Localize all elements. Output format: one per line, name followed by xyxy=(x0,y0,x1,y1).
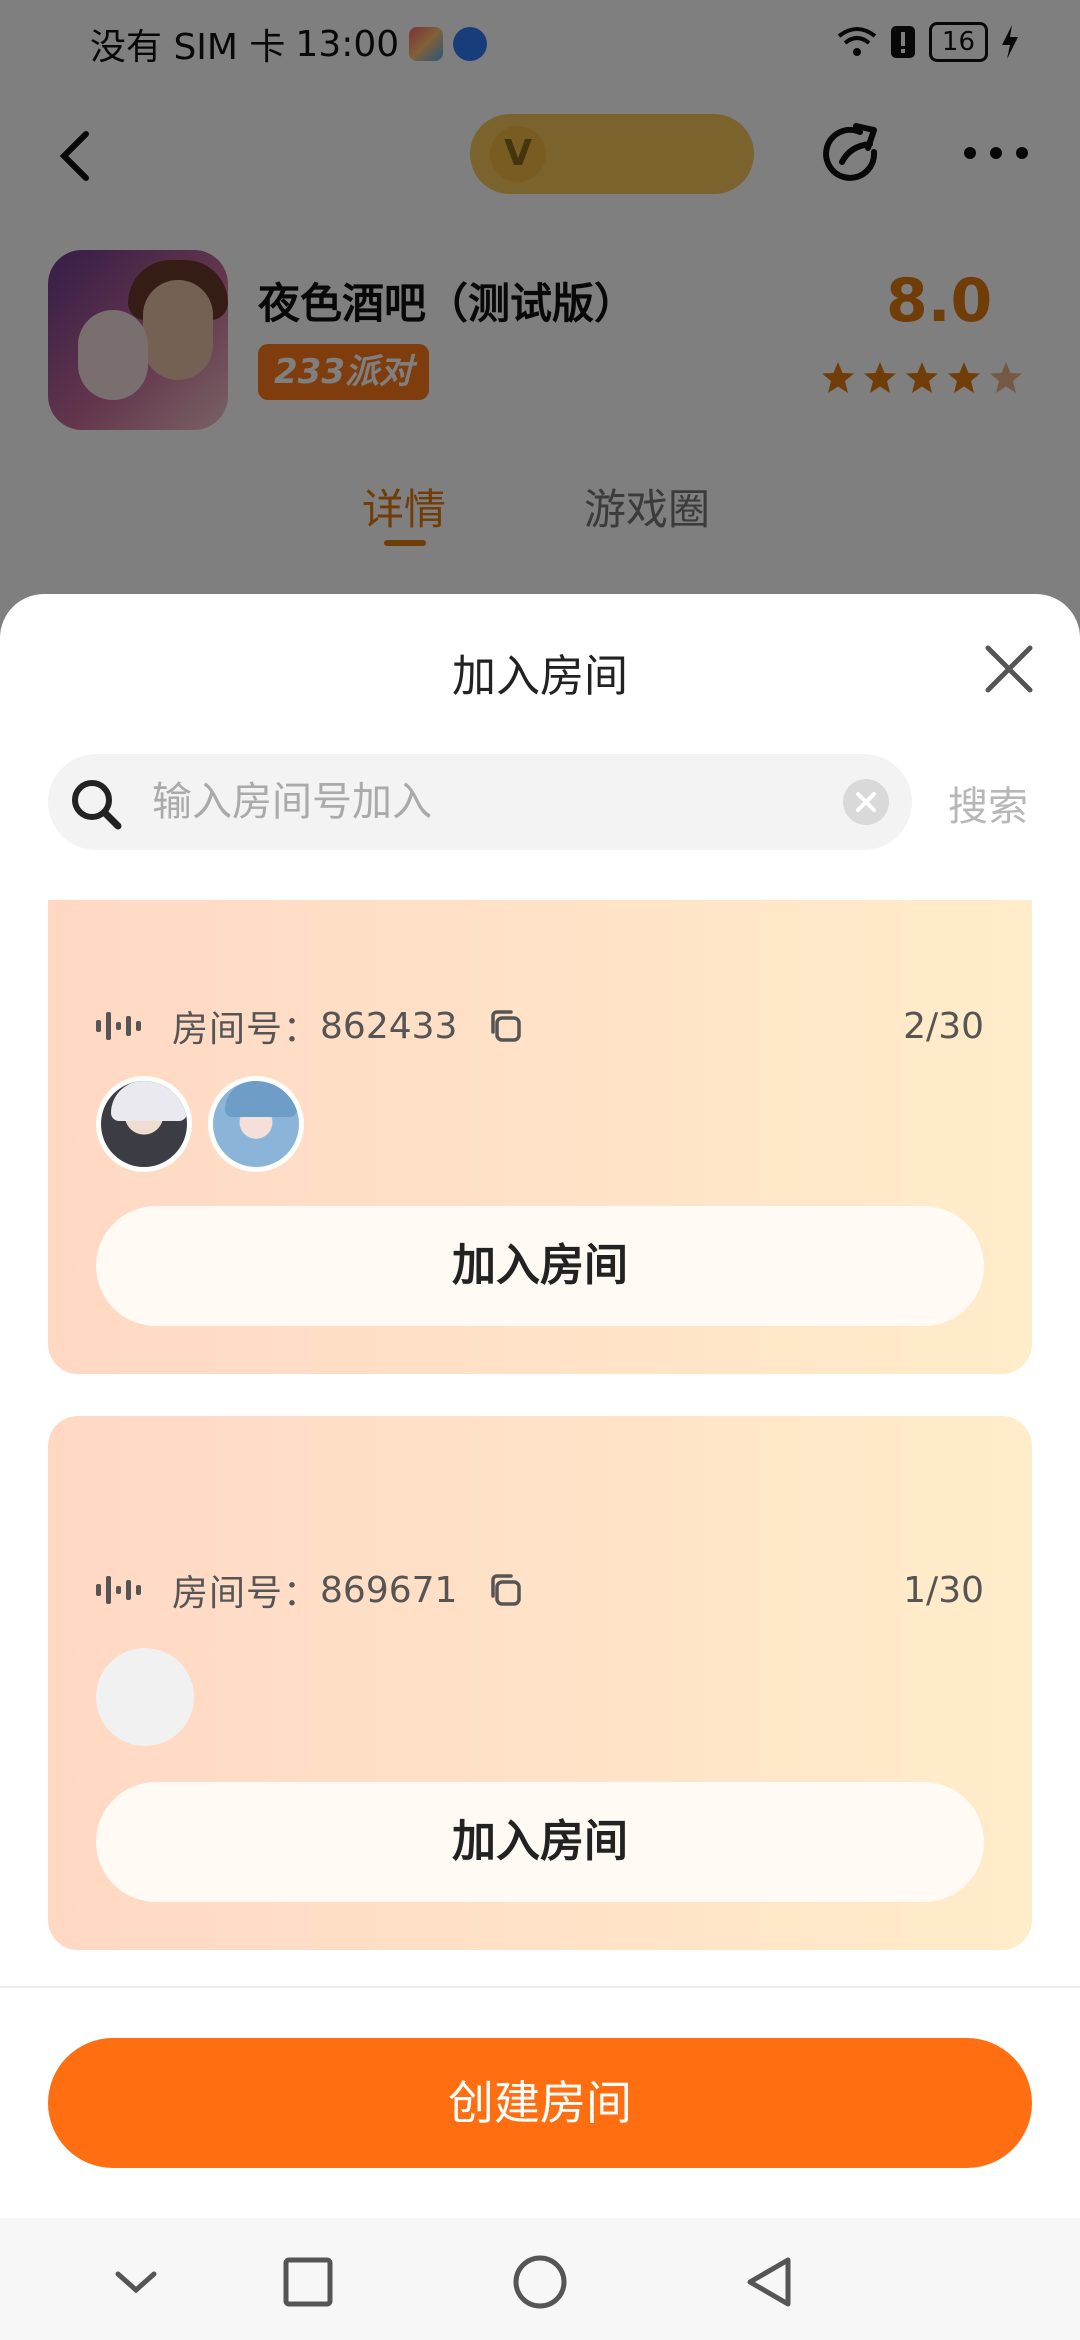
copy-icon[interactable] xyxy=(487,1008,523,1044)
room-number: 862433 xyxy=(320,1005,458,1047)
voice-icon xyxy=(96,1576,141,1604)
join-room-sheet: 加入房间 搜索 房间号： 862433 2/30 加入房间 房间号： 86967… xyxy=(0,594,1080,2340)
avatar[interactable] xyxy=(208,1076,304,1172)
search-icon xyxy=(72,780,122,830)
member-avatars xyxy=(96,1076,304,1172)
room-info-row: 房间号： 869671 1/30 xyxy=(96,1564,984,1616)
room-card: 房间号： 862433 2/30 加入房间 xyxy=(48,900,1032,1374)
search-box xyxy=(48,754,912,850)
room-number-label: 房间号： xyxy=(172,1573,321,1614)
clear-icon[interactable] xyxy=(842,778,890,826)
member-count: 2/30 xyxy=(903,1005,984,1047)
close-icon[interactable] xyxy=(980,640,1038,698)
member-count: 1/30 xyxy=(903,1569,984,1611)
join-room-button[interactable]: 加入房间 xyxy=(96,1782,984,1902)
search-button[interactable]: 搜索 xyxy=(948,774,1028,832)
voice-icon xyxy=(96,1012,141,1040)
home-icon[interactable] xyxy=(512,2254,568,2310)
join-room-button[interactable]: 加入房间 xyxy=(96,1206,984,1326)
create-room-button[interactable]: 创建房间 xyxy=(48,2038,1032,2168)
avatar-placeholder xyxy=(96,1648,194,1746)
room-info-row: 房间号： 862433 2/30 xyxy=(96,1000,984,1052)
room-card: 房间号： 869671 1/30 加入房间 xyxy=(48,1416,1032,1950)
room-number: 869671 xyxy=(320,1569,458,1611)
system-nav-bar xyxy=(0,2218,1080,2340)
member-avatars xyxy=(96,1648,194,1746)
hide-keyboard-icon[interactable] xyxy=(108,2254,164,2310)
copy-icon[interactable] xyxy=(487,1572,523,1608)
avatar[interactable] xyxy=(96,1076,192,1172)
room-number-label: 房间号： xyxy=(172,1009,321,1050)
divider xyxy=(0,1986,1080,1988)
room-number-input[interactable] xyxy=(152,770,832,834)
recent-apps-icon[interactable] xyxy=(280,2254,336,2310)
sheet-title: 加入房间 xyxy=(452,651,628,702)
nav-back-icon[interactable] xyxy=(742,2254,798,2310)
